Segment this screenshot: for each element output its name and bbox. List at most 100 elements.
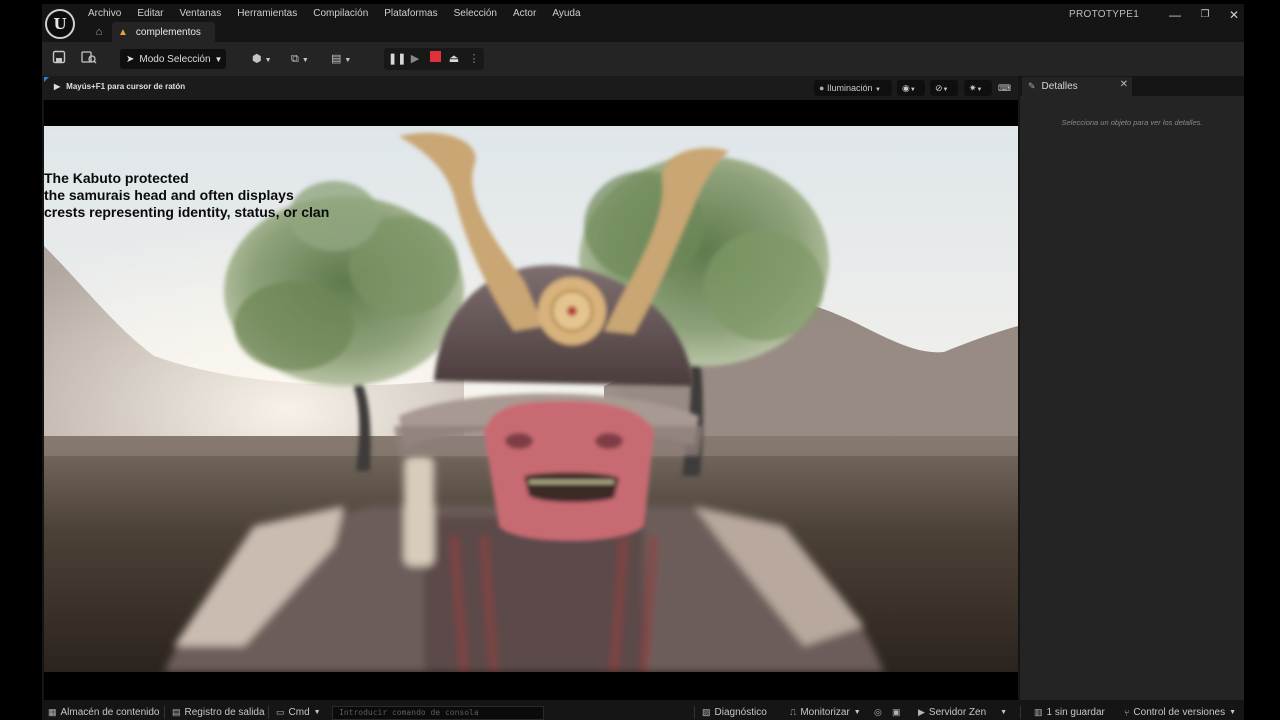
chevron-down-icon: ▼ [875, 87, 881, 93]
monitor-dropdown[interactable]: ⎍ Monitorizar ▼ [790, 707, 861, 718]
content-drawer-label: Almacén de contenido [60, 707, 160, 718]
unsaved-button[interactable]: ▥ 1 sin guardar [1034, 707, 1105, 718]
status-divider [1020, 706, 1021, 719]
menu-plataformas[interactable]: Plataformas [376, 4, 445, 22]
blueprint-icon: ⧉ [291, 53, 299, 65]
chevron-down-icon: ▼ [344, 57, 352, 64]
mouse-cursor-hint-label: Mayús+F1 para cursor de ratón [66, 82, 186, 91]
screenshot-icon[interactable]: ▣ [892, 707, 901, 718]
menu-archivo[interactable]: Archivo [80, 4, 129, 22]
diagnostics-icon: ▧ [702, 707, 711, 717]
chevron-down-icon: ▼ [301, 57, 309, 64]
more-options-icon[interactable]: ⋮ [466, 51, 482, 67]
chevron-down-icon: ▼ [942, 87, 949, 93]
caption-line: the samurais head and often displays [44, 187, 294, 203]
details-tab[interactable]: ✎ Detalles [1022, 77, 1132, 96]
source-control-dropdown[interactable]: ⑂ Control de versiones ▼ [1124, 707, 1236, 718]
cursor-icon: ➤ [126, 53, 135, 65]
clapper-icon: ▤ [331, 53, 342, 65]
menu-bar: Archivo Editar Ventanas Herramientas Com… [80, 4, 589, 22]
blueprints-dropdown[interactable]: ⧉ ▼ [291, 50, 309, 68]
details-tab-row: ✎ Detalles ✕ [1020, 76, 1244, 96]
cmd-label: Cmd [288, 707, 310, 718]
video-caption: The Kabuto protected the samurais head a… [44, 170, 329, 221]
save-icon[interactable] [50, 50, 68, 68]
viewport-settings-dropdown[interactable]: ✷▼ [964, 80, 992, 96]
play-controls: ❚❚ ▶ ⏏ ⋮ [384, 48, 484, 70]
details-empty-message: Selecciona un objeto para ver los detall… [1061, 118, 1203, 127]
source-control-label: Control de versiones [1133, 707, 1226, 718]
level-viewport[interactable]: The Kabuto protected the samurais head a… [44, 100, 1018, 700]
status-divider [268, 706, 269, 719]
record-icon[interactable]: ◎ [874, 707, 882, 718]
show-flags-dropdown[interactable]: ◉▼ [897, 80, 925, 96]
menu-seleccion[interactable]: Selección [446, 4, 505, 22]
console-command-input[interactable]: Introducir comando de consola [332, 706, 544, 720]
zen-server-label: Servidor Zen [928, 707, 987, 718]
status-bar: ▦ Almacén de contenido ▤ Registro de sal… [42, 704, 1244, 720]
details-close-icon[interactable]: ✕ [1120, 79, 1128, 90]
diagnostics-button[interactable]: ▧ Diagnóstico [702, 707, 767, 718]
output-log-button[interactable]: ▤ Registro de salida [172, 707, 265, 718]
monitor-label: Monitorizar [800, 707, 850, 718]
menu-compilacion[interactable]: Compilación [305, 4, 376, 22]
unsaved-file-icon: ▥ [1034, 707, 1043, 717]
unsaved-label: 1 sin guardar [1046, 707, 1105, 718]
menu-editar[interactable]: Editar [129, 4, 171, 22]
restore-button[interactable]: ❐ [1192, 6, 1218, 24]
level-tab-label: complementos [135, 26, 201, 38]
content-browse-icon[interactable] [80, 50, 98, 68]
unreal-editor-window: U Archivo Editar Ventanas Herramientas C… [42, 4, 1244, 720]
chevron-down-icon: ▼ [976, 87, 983, 93]
status-divider [164, 706, 165, 719]
output-log-label: Registro de salida [184, 707, 265, 718]
level-tab[interactable]: ▲ complementos [112, 22, 215, 42]
status-divider [694, 706, 695, 719]
eject-icon[interactable]: ⏏ [446, 51, 462, 67]
minimize-button[interactable]: — [1162, 6, 1188, 24]
chevron-down-icon: ▼ [853, 709, 861, 716]
chevron-down-icon: ▼ [1000, 709, 1008, 716]
zen-server-dropdown[interactable]: ▶ Servidor Zen ▼ [918, 707, 1007, 718]
unreal-logo-icon[interactable]: U [45, 9, 75, 39]
pause-icon[interactable]: ❚❚ [388, 51, 406, 67]
lighting-dropdown-label: Iluminación [826, 83, 873, 93]
content-drawer-button[interactable]: ▦ Almacén de contenido [48, 707, 159, 718]
title-bar: U Archivo Editar Ventanas Herramientas C… [42, 4, 1244, 42]
close-button[interactable]: ✕ [1221, 6, 1244, 24]
stop-icon[interactable] [427, 51, 443, 67]
mode-selector-label: Modo Selección [139, 53, 211, 65]
menu-ventanas[interactable]: Ventanas [171, 4, 229, 22]
zen-server-icon: ▶ [918, 707, 925, 717]
details-panel: ✎ Detalles ✕ Selecciona un objeto para v… [1020, 76, 1244, 700]
menu-ayuda[interactable]: Ayuda [544, 4, 588, 22]
play-arrow-icon: ▶ [54, 82, 61, 91]
project-name: PROTOTYPE1 [1069, 9, 1140, 20]
chevron-down-icon: ▼ [264, 57, 272, 64]
add-actor-icon: ⬢ [252, 53, 262, 65]
caption-line: crests representing identity, status, or… [44, 204, 330, 220]
cinematics-dropdown[interactable]: ▤ ▼ [331, 50, 351, 68]
menu-herramientas[interactable]: Herramientas [229, 4, 305, 22]
camera-speed-dropdown[interactable]: ⊘▼ [930, 80, 958, 96]
lighting-dropdown[interactable]: ● Iluminación ▼ [814, 80, 892, 96]
branch-icon: ⑂ [1124, 707, 1130, 718]
home-icon[interactable]: ⌂ [92, 26, 106, 40]
monitor-icon: ⎍ [790, 707, 797, 717]
chevron-down-icon: ▼ [214, 54, 223, 64]
diagnostics-label: Diagnóstico [714, 707, 767, 718]
scene-render[interactable]: The Kabuto protected the samurais head a… [44, 126, 1018, 672]
chevron-down-icon: ▼ [1229, 709, 1237, 716]
keyboard-icon[interactable]: ⌨ [996, 80, 1014, 96]
viewport-corner-marker [44, 77, 49, 82]
camera-icon: ⊘ [935, 83, 943, 93]
cmd-dropdown[interactable]: ▭ Cmd ▼ [276, 707, 321, 718]
mode-selector-dropdown[interactable]: ➤ Modo Selección ▼ [120, 49, 226, 69]
step-forward-icon[interactable]: ▶ [407, 51, 423, 67]
add-actor-dropdown[interactable]: ⬢ ▼ [252, 50, 272, 68]
chevron-down-icon: ▼ [909, 87, 916, 93]
caption-line: The Kabuto protected [44, 170, 189, 186]
settings-icon: ✷ [969, 83, 977, 93]
menu-actor[interactable]: Actor [505, 4, 544, 22]
pencil-icon: ✎ [1028, 81, 1036, 91]
